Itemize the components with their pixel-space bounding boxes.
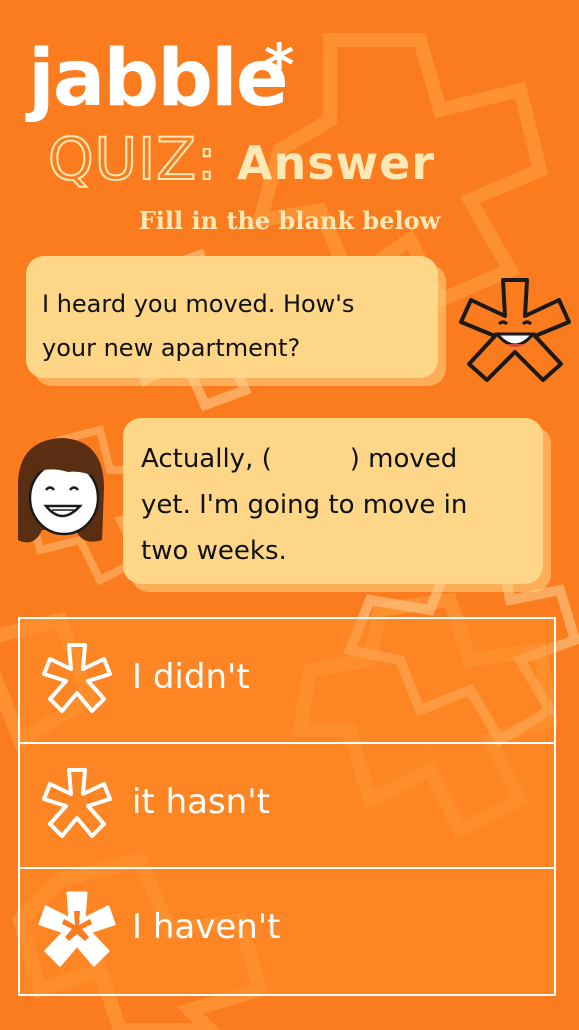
asterisk-outline-icon [42,768,112,838]
answer-line-1-start: Actually, ( [141,444,272,474]
option-i-havent[interactable]: I haven't [20,869,554,994]
option-label: I haven't [132,907,281,947]
answer-line-3: two weeks. [141,536,287,566]
asterisk-filled-icon [38,891,116,967]
option-label: it hasn't [132,782,270,822]
title-answer-word: Answer [236,136,436,190]
asterisk-mascot-avatar [459,278,571,382]
answer-line-2: yet. I'm going to move in [141,490,468,520]
question-line-2: your new apartment? [42,334,301,362]
jabble-logo: jabble [28,34,289,124]
answer-line-1-end: ) moved [349,444,458,474]
title-quiz-word: QUIZ: [47,125,218,193]
answer-line-1: Actually, ( ) moved [141,436,543,482]
speech-bubble-answer: Actually, ( ) moved yet. I'm going to mov… [123,418,543,584]
option-it-hasnt[interactable]: it hasn't [20,744,554,869]
option-i-didnt[interactable]: I didn't [20,619,554,744]
logo-asterisk: * [264,31,295,99]
question-line-1: I heard you moved. How's [42,290,355,318]
asterisk-outline-icon [42,643,112,713]
answer-options: I didn't it hasn't I haven't [18,617,556,996]
page-title: QUIZ: Answer [47,129,436,190]
speech-bubble-question: I heard you moved. How's your new apartm… [26,256,438,378]
instruction-subtitle: Fill in the blank below [138,206,441,235]
option-label: I didn't [132,657,250,697]
girl-avatar [17,438,105,543]
